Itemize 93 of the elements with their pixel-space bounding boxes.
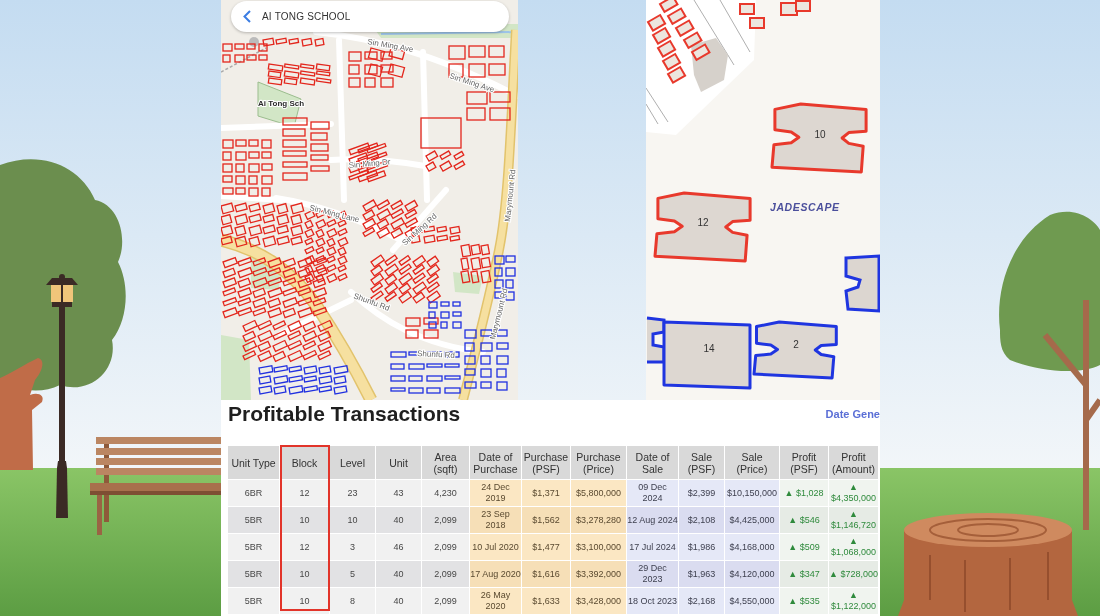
- table-cell: ▲ $509: [780, 534, 829, 561]
- estate-name: JADESCAPE: [770, 201, 840, 213]
- table-cell: 10: [280, 561, 330, 588]
- table-cell: ▲ $546: [780, 507, 829, 534]
- table-cell: 43: [376, 480, 422, 507]
- table-cell: 09 Dec 2024: [627, 480, 679, 507]
- column-header: Sale (Price): [725, 446, 780, 480]
- table-cell: ▲ $1,146,720: [829, 507, 879, 534]
- column-header: Date of Purchase: [470, 446, 522, 480]
- table-cell: $3,392,000: [571, 561, 627, 588]
- table-cell: $2,399: [679, 480, 725, 507]
- table-cell: ▲ $347: [780, 561, 829, 588]
- table-cell: 40: [376, 561, 422, 588]
- table-cell: $4,120,000: [725, 561, 780, 588]
- table-cell: 10 Jul 2020: [470, 534, 522, 561]
- column-header: Purchase (Price): [571, 446, 627, 480]
- table-cell: ▲ $535: [780, 588, 829, 615]
- table-cell: 17 Jul 2024: [627, 534, 679, 561]
- block-number: 14: [703, 343, 715, 354]
- block-number: 10: [814, 129, 826, 140]
- table-cell: 2,099: [422, 588, 470, 615]
- table-cell: 5: [330, 561, 376, 588]
- table-cell: 18 Oct 2023: [627, 588, 679, 615]
- table-cell: $1,963: [679, 561, 725, 588]
- column-header: Profit (Amount): [829, 446, 879, 480]
- column-header: Unit Type: [228, 446, 280, 480]
- building-footprint: [844, 254, 880, 313]
- street-label: Sin Ming Dr: [348, 157, 391, 170]
- column-header: Purchase (PSF): [522, 446, 571, 480]
- table-cell: 2,099: [422, 507, 470, 534]
- table-cell: 12 Aug 2024: [627, 507, 679, 534]
- table-cell: 2,099: [422, 534, 470, 561]
- table-cell: ▲ $728,000: [829, 561, 879, 588]
- table-cell: 5BR: [228, 561, 280, 588]
- table-cell: 3: [330, 534, 376, 561]
- table-cell: 24 Dec 2019: [470, 480, 522, 507]
- table-cell: $1,477: [522, 534, 571, 561]
- table-cell: $4,425,000: [725, 507, 780, 534]
- table-cell: 17 Aug 2020: [470, 561, 522, 588]
- table-cell: $4,550,000: [725, 588, 780, 615]
- table-cell: $3,100,000: [571, 534, 627, 561]
- table-cell: $1,562: [522, 507, 571, 534]
- table-cell: $5,800,000: [571, 480, 627, 507]
- table-cell: $1,633: [522, 588, 571, 615]
- table-cell: 10: [280, 507, 330, 534]
- table-cell: 10: [330, 507, 376, 534]
- table-cell: 23: [330, 480, 376, 507]
- table-cell: $4,168,000: [725, 534, 780, 561]
- table-cell: 5BR: [228, 534, 280, 561]
- table-cell: 12: [280, 480, 330, 507]
- place-label: Ai Tong Sch: [258, 99, 305, 108]
- table-cell: ▲ $4,350,000: [829, 480, 879, 507]
- table-cell: $2,108: [679, 507, 725, 534]
- table-cell: $3,278,280: [571, 507, 627, 534]
- block-number: 2: [793, 339, 799, 350]
- table-cell: $2,168: [679, 588, 725, 615]
- table-cell: 4,230: [422, 480, 470, 507]
- table-cell: 26 May 2020: [470, 588, 522, 615]
- street-label: Marymount Rd: [503, 169, 518, 223]
- table-cell: 5BR: [228, 507, 280, 534]
- column-header: Sale (PSF): [679, 446, 725, 480]
- table-cell: 29 Dec 2023: [627, 561, 679, 588]
- table-cell: $1,986: [679, 534, 725, 561]
- table-cell: ▲ $1,122,000: [829, 588, 879, 615]
- section-title: Profitable Transactions: [228, 402, 461, 425]
- table-cell: 6BR: [228, 480, 280, 507]
- table-cell: 12: [280, 534, 330, 561]
- table-cell: ▲ $1,028: [780, 480, 829, 507]
- table-cell: $10,150,000: [725, 480, 780, 507]
- table-cell: 5BR: [228, 588, 280, 615]
- street-label: Sin Ming Ave: [366, 37, 415, 55]
- table-cell: 40: [376, 588, 422, 615]
- table-cell: $1,371: [522, 480, 571, 507]
- column-header: Area (sqft): [422, 446, 470, 480]
- search-field[interactable]: AI TONG SCHOOL: [231, 1, 509, 32]
- street-label: Shunfu Rd: [416, 349, 456, 360]
- column-header: Date of Sale: [627, 446, 679, 480]
- table-cell: 2,099: [422, 561, 470, 588]
- date-note: Date Gene: [825, 407, 880, 420]
- street-label: Sin Ming Ave: [448, 71, 496, 95]
- column-header: Unit: [376, 446, 422, 480]
- table-cell: 8: [330, 588, 376, 615]
- block-number: 12: [697, 217, 709, 228]
- table-cell: 46: [376, 534, 422, 561]
- column-header: Profit (PSF): [780, 446, 829, 480]
- table-cell: $3,428,000: [571, 588, 627, 615]
- column-header: Level: [330, 446, 376, 480]
- back-icon[interactable]: [243, 10, 251, 23]
- table-cell: 40: [376, 507, 422, 534]
- street-label: Sin Ming Lane: [308, 203, 361, 225]
- table-cell: $1,616: [522, 561, 571, 588]
- table-cell: ▲ $1,068,000: [829, 534, 879, 561]
- table-cell: 23 Sep 2018: [470, 507, 522, 534]
